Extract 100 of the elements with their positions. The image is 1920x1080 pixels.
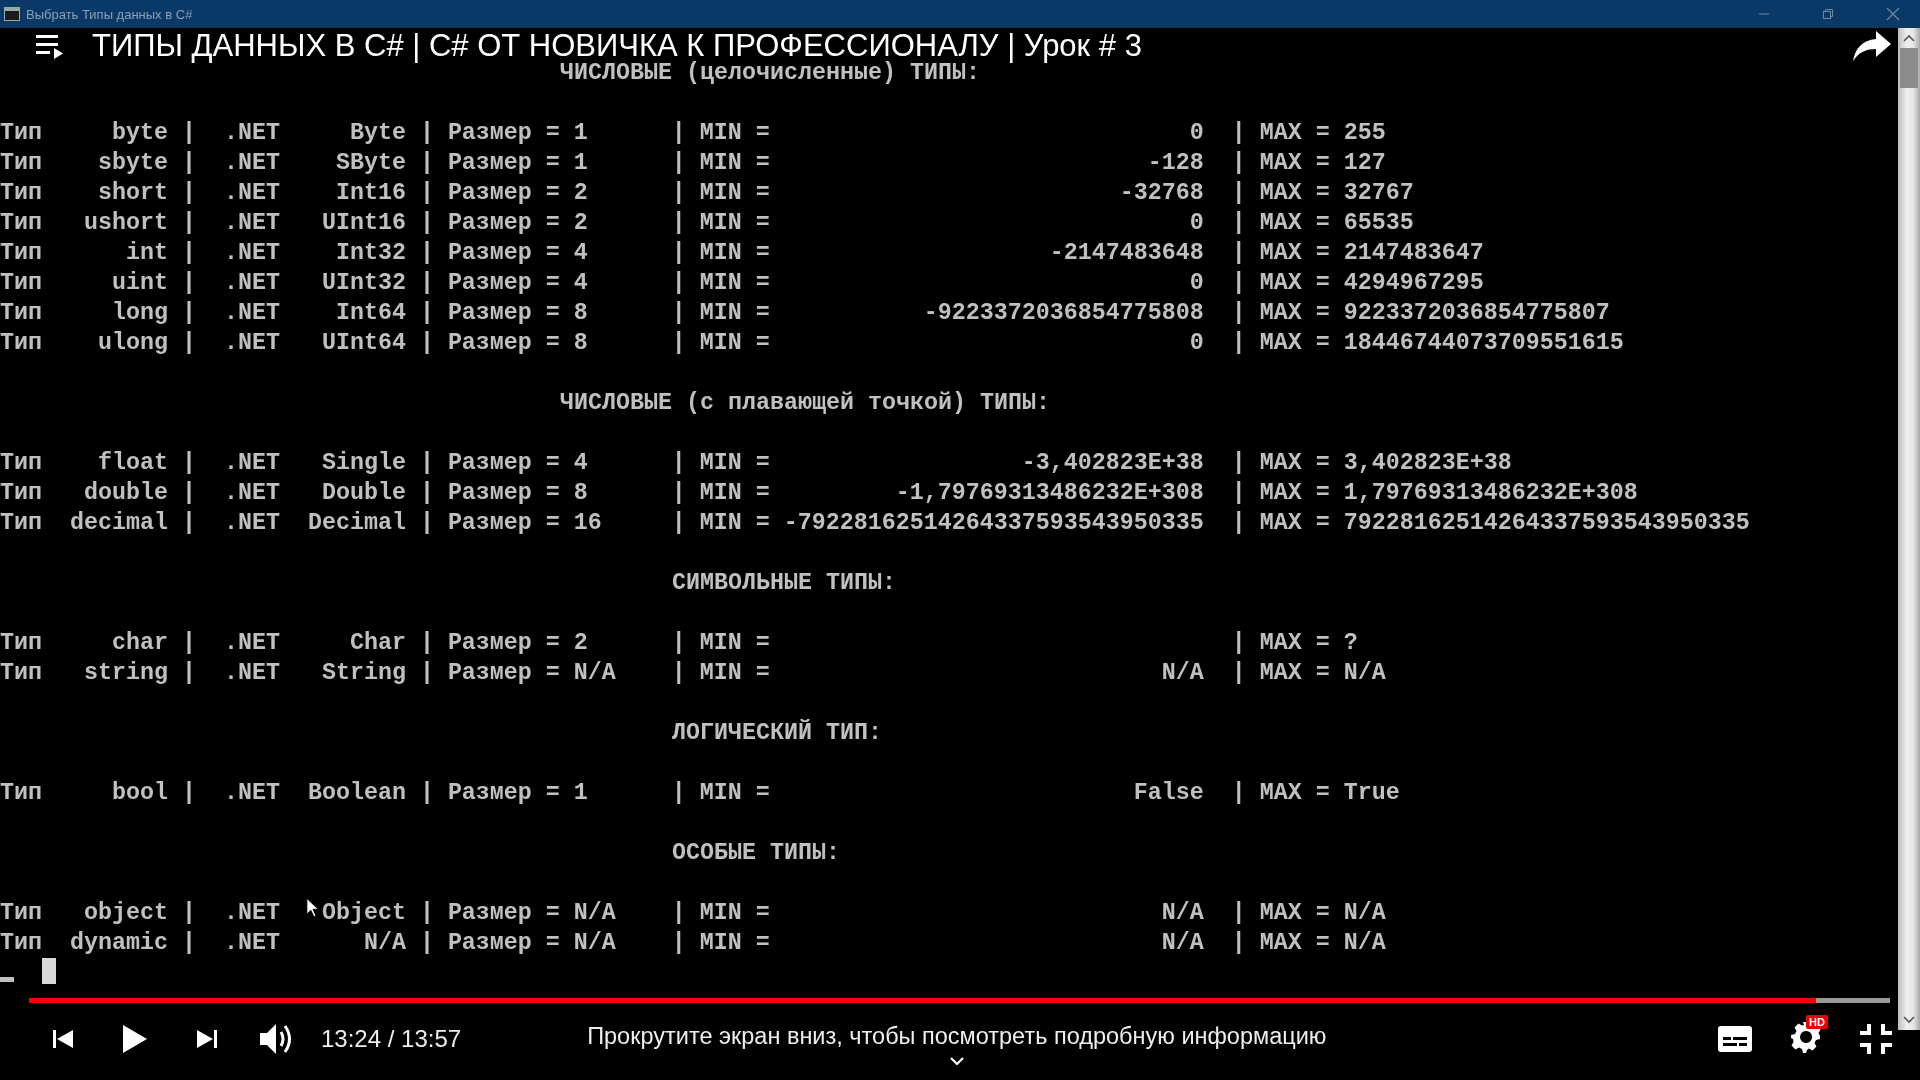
column-separator: | [181, 269, 196, 298]
scroll-up-icon[interactable] [1903, 34, 1915, 42]
type-name: dynamic [68, 929, 168, 958]
column-separator: | [1231, 299, 1246, 328]
column-separator: | [419, 449, 434, 478]
column-separator: | [181, 119, 196, 148]
net-type-name: Object [321, 900, 406, 926]
net-type-name: Int16 [335, 180, 406, 206]
column-separator: | [671, 299, 686, 328]
min-value: N/A [1161, 930, 1204, 956]
column-separator: | [671, 329, 686, 358]
min-label: MIN = [699, 659, 770, 688]
scrollbar[interactable] [1898, 28, 1920, 1030]
min-value: 0 [1189, 270, 1204, 296]
type-name: int [124, 239, 168, 268]
size-text: Размер = 1 [447, 779, 589, 808]
type-keyword: Тип [0, 209, 42, 238]
close-icon[interactable] [1886, 7, 1900, 21]
min-label: MIN = [699, 209, 770, 238]
column-separator: | [1231, 779, 1246, 808]
column-separator: | [419, 659, 434, 688]
min-label: MIN = [699, 929, 770, 958]
min-label: MIN = [699, 449, 770, 478]
min-value: -3,402823E+38 [1021, 450, 1204, 476]
max-text: MAX = True [1259, 779, 1400, 808]
max-text: MAX = N/A [1259, 929, 1386, 958]
net-label: .NET [223, 659, 280, 688]
net-type-name: Single [321, 450, 406, 476]
type-keyword: Тип [0, 449, 42, 478]
play-icon[interactable] [122, 1024, 148, 1054]
playback-time: 13:24 / 13:57 [321, 1025, 462, 1053]
net-type-name: UInt16 [321, 210, 406, 236]
type-keyword: Тип [0, 269, 42, 298]
net-type-name: Boolean [307, 780, 406, 806]
column-separator: | [181, 449, 196, 478]
net-label: .NET [223, 239, 280, 268]
share-arrow-icon[interactable] [1852, 30, 1892, 62]
net-type-name: N/A [363, 930, 406, 956]
min-label: MIN = [699, 509, 770, 538]
restore-icon[interactable] [1822, 8, 1834, 20]
min-value: N/A [1161, 900, 1204, 926]
column-separator: | [671, 629, 686, 658]
net-label: .NET [223, 899, 280, 928]
column-separator: | [671, 209, 686, 238]
type-name: uint [110, 269, 168, 298]
type-name: long [110, 299, 168, 328]
type-keyword: Тип [0, 179, 42, 208]
min-value: -1,79769313486232E+308 [895, 480, 1204, 506]
scroll-down-icon[interactable] [1903, 1016, 1915, 1024]
column-separator: | [419, 149, 434, 178]
column-separator: | [181, 239, 196, 268]
type-name: sbyte [96, 149, 168, 178]
max-text: MAX = 255 [1259, 119, 1386, 148]
net-label: .NET [223, 209, 280, 238]
type-keyword: Тип [0, 929, 42, 958]
min-value: 0 [1189, 210, 1204, 236]
column-separator: | [1231, 899, 1246, 928]
quality-badge: HD [1806, 1015, 1828, 1029]
section-heading: ЧИСЛОВЫЕ (с плавающей точкой) ТИПЫ: [558, 389, 1051, 418]
column-separator: | [181, 209, 196, 238]
type-name: bool [110, 779, 168, 808]
min-label: MIN = [699, 299, 770, 328]
type-name: ushort [82, 209, 168, 238]
column-separator: | [671, 179, 686, 208]
net-label: .NET [223, 479, 280, 508]
column-separator: | [671, 149, 686, 178]
net-label: .NET [223, 329, 280, 358]
type-keyword: Тип [0, 779, 42, 808]
net-label: .NET [223, 449, 280, 478]
column-separator: | [181, 149, 196, 178]
exit-fullscreen-icon[interactable] [1860, 1024, 1892, 1054]
size-text: Размер = 1 [447, 149, 589, 178]
min-label: MIN = [699, 179, 770, 208]
column-separator: | [1231, 179, 1246, 208]
next-icon[interactable] [196, 1028, 218, 1050]
type-name: byte [110, 119, 168, 148]
net-label: .NET [223, 179, 280, 208]
type-keyword: Тип [0, 509, 42, 538]
column-separator: | [181, 329, 196, 358]
subtitles-icon[interactable] [1718, 1026, 1752, 1052]
column-separator: | [1231, 119, 1246, 148]
column-separator: | [1231, 329, 1246, 358]
mouse-pointer-icon [306, 896, 320, 920]
playlist-icon[interactable] [36, 33, 66, 59]
column-separator: | [419, 179, 434, 208]
max-text: MAX = N/A [1259, 659, 1386, 688]
type-keyword: Тип [0, 629, 42, 658]
max-text: MAX = 1,79769313486232E+308 [1259, 479, 1638, 508]
previous-icon[interactable] [52, 1028, 74, 1050]
column-separator: | [671, 239, 686, 268]
scroll-thumb[interactable] [1900, 48, 1918, 88]
column-separator: | [671, 659, 686, 688]
type-name: string [82, 659, 168, 688]
chevron-down-icon[interactable] [948, 1055, 965, 1066]
size-text: Размер = 4 [447, 239, 589, 268]
column-separator: | [671, 779, 686, 808]
column-separator: | [181, 929, 196, 958]
column-separator: | [419, 779, 434, 808]
section-heading: СИМВОЛЬНЫЕ ТИПЫ: [670, 569, 897, 598]
net-type-name: Int64 [335, 300, 406, 326]
